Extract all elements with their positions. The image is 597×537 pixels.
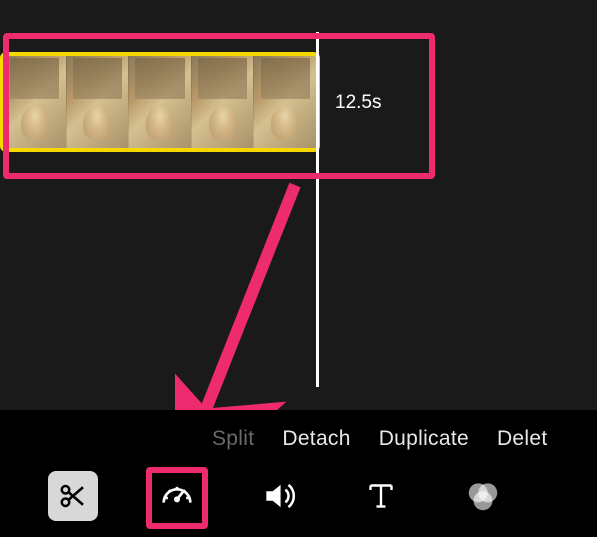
volume-icon — [260, 477, 298, 515]
text-icon — [363, 478, 399, 514]
filters-tool[interactable] — [460, 473, 506, 519]
delete-action[interactable]: Delet — [483, 427, 562, 451]
detach-action[interactable]: Detach — [268, 427, 364, 451]
duplicate-action[interactable]: Duplicate — [365, 427, 483, 451]
scissors-icon — [58, 481, 88, 511]
split-action[interactable]: Split — [198, 427, 268, 451]
action-row: Split Detach Duplicate Delet — [0, 422, 597, 456]
text-tool[interactable] — [358, 473, 404, 519]
editor-toolbar: Split Detach Duplicate Delet — [0, 410, 597, 537]
scissors-tool[interactable] — [48, 471, 98, 521]
annotation-clip-highlight — [3, 33, 435, 179]
tool-row — [0, 469, 597, 523]
timeline-area: 12.5s — [0, 0, 597, 410]
filters-icon — [464, 477, 502, 515]
volume-tool[interactable] — [256, 473, 302, 519]
annotation-speed-highlight — [146, 467, 208, 529]
